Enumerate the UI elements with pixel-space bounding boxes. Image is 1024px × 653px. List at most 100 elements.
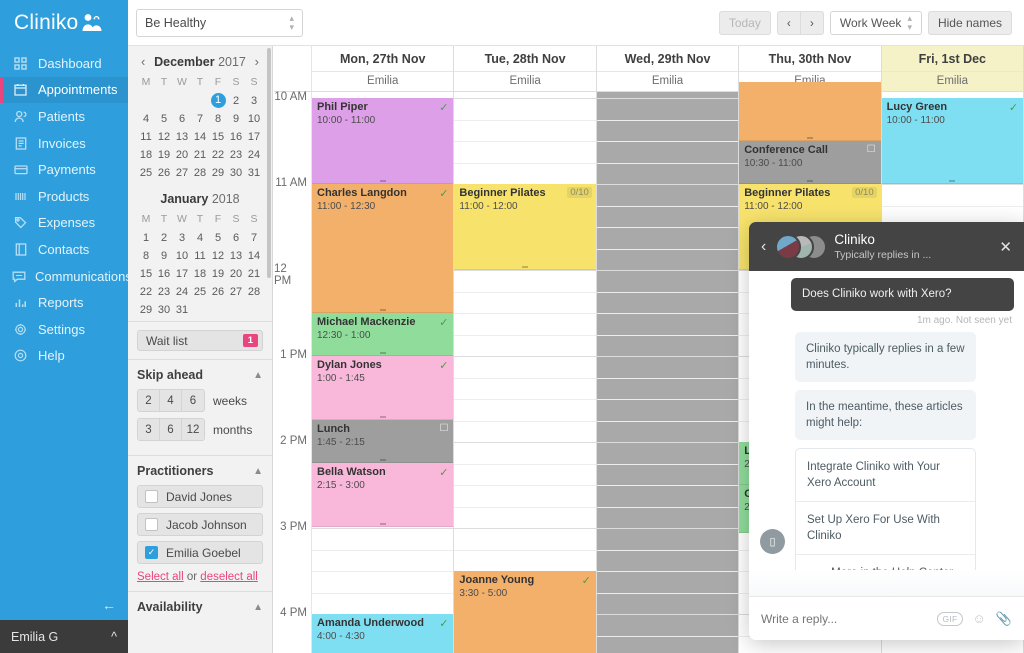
- mini-calendar-day[interactable]: 10: [245, 110, 263, 128]
- mini-calendar-day[interactable]: 14: [245, 247, 263, 265]
- resize-handle[interactable]: [379, 180, 386, 182]
- mini-calendar-day[interactable]: 13: [227, 247, 245, 265]
- appointment-block[interactable]: [739, 82, 881, 141]
- day-column-0[interactable]: ✓ Phil Piper 10:00 - 11:00 ✓ Charles Langdon…: [312, 92, 455, 653]
- skip-3-months[interactable]: 3: [138, 419, 160, 440]
- mini-calendar-day[interactable]: 22: [209, 146, 227, 164]
- sidebar-item-help[interactable]: Help: [0, 343, 128, 370]
- mini-calendar-day[interactable]: 28: [245, 283, 263, 301]
- day-header-4[interactable]: Fri, 1st Dec Emilia: [881, 46, 1024, 91]
- mini-calendar-day[interactable]: 5: [155, 110, 173, 128]
- mini-calendar-day[interactable]: 1: [210, 93, 226, 108]
- gif-button[interactable]: GIF: [937, 611, 963, 626]
- mini-calendar-day[interactable]: 27: [173, 164, 191, 182]
- prev-month-button[interactable]: ‹: [139, 54, 147, 69]
- help-center-link[interactable]: ↗More in the Help Center: [796, 555, 975, 570]
- sidebar-item-products[interactable]: Products: [0, 183, 128, 210]
- skip-ahead-header[interactable]: Skip ahead ▲: [137, 368, 263, 389]
- mini-calendar-day[interactable]: 31: [173, 301, 191, 319]
- mini-calendar-day[interactable]: 11: [191, 247, 209, 265]
- mini-calendar-day[interactable]: 19: [155, 146, 173, 164]
- close-icon[interactable]: ✕: [999, 238, 1012, 256]
- skip-6-weeks[interactable]: 6: [182, 390, 204, 411]
- mini-calendar-day[interactable]: 24: [173, 283, 191, 301]
- mini-calendar-day[interactable]: 20: [227, 265, 245, 283]
- mini-calendar-day[interactable]: 9: [155, 247, 173, 265]
- resize-handle[interactable]: [379, 416, 386, 418]
- mini-calendar-day[interactable]: 30: [227, 164, 245, 182]
- mini-calendar-day[interactable]: 9: [227, 110, 245, 128]
- mini-calendar-day[interactable]: 6: [173, 110, 191, 128]
- mini-calendar-day[interactable]: 5: [209, 229, 227, 247]
- practitioners-header[interactable]: Practitioners ▲: [137, 464, 263, 485]
- mini-calendar-day[interactable]: 20: [173, 146, 191, 164]
- mini-calendar-day[interactable]: 11: [137, 128, 155, 146]
- mini-calendar-day[interactable]: 26: [209, 283, 227, 301]
- sidebar-item-reports[interactable]: Reports: [0, 289, 128, 316]
- skip-12-months[interactable]: 12: [182, 419, 204, 440]
- paperclip-icon[interactable]: 📎: [996, 611, 1012, 627]
- day-header-2[interactable]: Wed, 29th Nov Emilia: [596, 46, 740, 91]
- mini-calendar-day[interactable]: 3: [245, 92, 263, 110]
- select-all-link[interactable]: Select all: [137, 571, 184, 583]
- practitioner-checkbox[interactable]: ✓: [145, 546, 158, 559]
- mini-calendar-day[interactable]: 3: [173, 229, 191, 247]
- mini-calendar-day[interactable]: 14: [191, 128, 209, 146]
- mini-calendar-day[interactable]: 25: [137, 164, 155, 182]
- practitioner-checkbox[interactable]: [145, 490, 158, 503]
- mini-calendar-day[interactable]: 17: [245, 128, 263, 146]
- day-column-2[interactable]: [596, 92, 740, 653]
- practitioner-row[interactable]: Jacob Johnson: [137, 513, 263, 536]
- resize-handle[interactable]: [379, 459, 386, 461]
- sidebar-item-patients[interactable]: Patients: [0, 103, 128, 130]
- resize-handle[interactable]: [379, 309, 386, 311]
- mini-calendar-day[interactable]: 21: [191, 146, 209, 164]
- appointment-block[interactable]: ✓ Phil Piper 10:00 - 11:00: [312, 98, 454, 184]
- sidebar-item-appointments[interactable]: Appointments: [0, 76, 128, 104]
- sidebar-item-settings[interactable]: Settings: [0, 316, 128, 343]
- mini-calendar-day[interactable]: 7: [191, 110, 209, 128]
- resize-handle[interactable]: [806, 137, 813, 139]
- day-header-1[interactable]: Tue, 28th Nov Emilia: [454, 46, 597, 91]
- appointment-block[interactable]: ✓ Bella Watson 2:15 - 3:00: [312, 463, 454, 527]
- mini-calendar-day[interactable]: 23: [155, 283, 173, 301]
- help-article-link[interactable]: Set Up Xero For Use With Cliniko: [796, 502, 975, 555]
- mini-calendar-day[interactable]: 27: [227, 283, 245, 301]
- reply-input[interactable]: [761, 611, 928, 626]
- mini-calendar-day[interactable]: 16: [155, 265, 173, 283]
- appointment-block[interactable]: ✓ Dylan Jones 1:00 - 1:45: [312, 356, 454, 420]
- mini-calendar-day[interactable]: 8: [137, 247, 155, 265]
- availability-header[interactable]: Availability ▲: [137, 600, 263, 621]
- mini-calendar-day[interactable]: 4: [191, 229, 209, 247]
- mini-calendar-day[interactable]: 12: [209, 247, 227, 265]
- skip-6-months[interactable]: 6: [160, 419, 182, 440]
- resize-handle[interactable]: [949, 180, 956, 182]
- sidebar-item-invoices[interactable]: Invoices: [0, 130, 128, 157]
- current-user-menu[interactable]: Emilia G ^: [0, 620, 128, 653]
- resize-handle[interactable]: [806, 180, 813, 182]
- mini-calendar-day[interactable]: 18: [137, 146, 155, 164]
- mini-calendar-day[interactable]: 29: [137, 301, 155, 319]
- business-select[interactable]: Be Healthy ▴ ▾: [136, 8, 303, 37]
- practitioner-checkbox[interactable]: [145, 518, 158, 531]
- sidebar-item-communications[interactable]: Communications: [0, 263, 132, 290]
- wait-list-button[interactable]: Wait list 1: [137, 330, 263, 351]
- appointment-block[interactable]: ✓ Joanne Young 3:30 - 5:00: [454, 571, 596, 653]
- appointment-block[interactable]: ✓ Amanda Underwood 4:00 - 4:30: [312, 614, 454, 653]
- mini-calendar-day[interactable]: 6: [227, 229, 245, 247]
- appointment-block[interactable]: 0/10 Beginner Pilates 11:00 - 12:00: [454, 184, 596, 270]
- appointment-block[interactable]: ✓ Charles Langdon 11:00 - 12:30: [312, 184, 454, 313]
- practitioner-row[interactable]: David Jones: [137, 485, 263, 508]
- next-month-button[interactable]: ›: [253, 54, 261, 69]
- mini-calendar-day[interactable]: 30: [155, 301, 173, 319]
- app-logo[interactable]: Cliniko: [0, 0, 128, 46]
- mini-calendar-day[interactable]: 13: [173, 128, 191, 146]
- skip-2-weeks[interactable]: 2: [138, 390, 160, 411]
- smiley-icon[interactable]: ☺: [973, 611, 986, 626]
- day-column-1[interactable]: 0/10 Beginner Pilates 11:00 - 12:00 ✓ Joanne…: [454, 92, 597, 653]
- appointment-block[interactable]: ☐ Conference Call 10:30 - 11:00: [739, 141, 881, 184]
- appointment-block[interactable]: ✓ Michael Mackenzie 12:30 - 1:00: [312, 313, 454, 356]
- sidebar-item-dashboard[interactable]: Dashboard: [0, 50, 128, 77]
- mini-calendar-day[interactable]: 15: [137, 265, 155, 283]
- resize-handle[interactable]: [379, 523, 386, 525]
